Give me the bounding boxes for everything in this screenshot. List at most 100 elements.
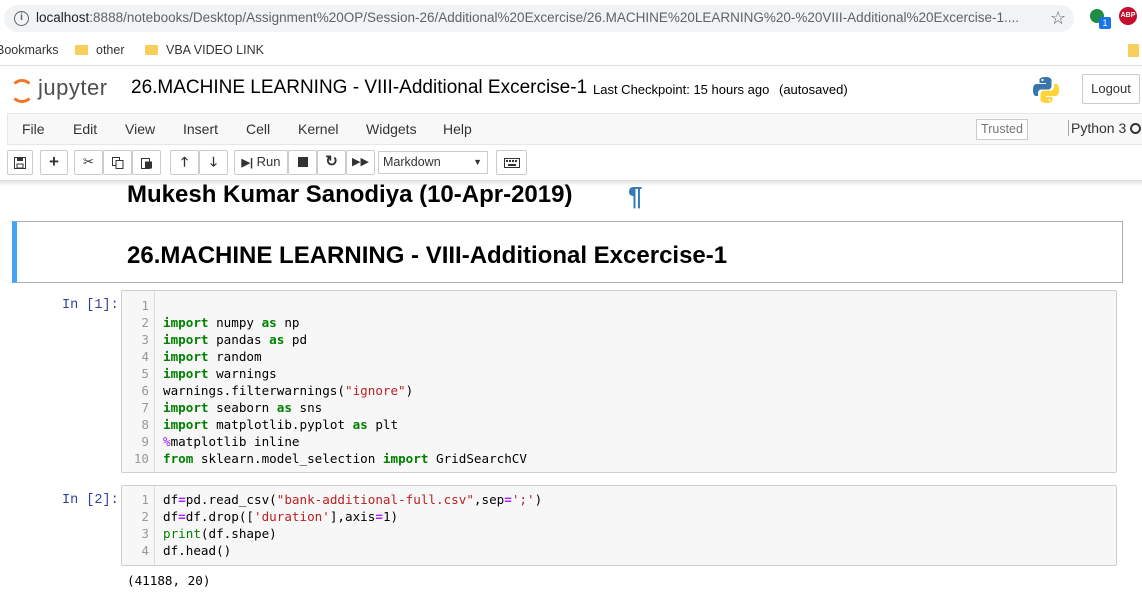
folder-icon[interactable] xyxy=(1128,44,1139,57)
cell-2-output: (41188, 20) xyxy=(127,573,211,588)
menu-cell[interactable]: Cell xyxy=(246,121,270,137)
bookmark-vba-video-link[interactable]: VBA VIDEO LINK xyxy=(145,43,264,57)
notebook-title[interactable]: 26.MACHINE LEARNING - VIII-Additional Ex… xyxy=(131,77,587,99)
run-button[interactable]: ▶| Run xyxy=(234,150,288,175)
restart-icon: ↻ xyxy=(325,153,338,170)
stop-icon xyxy=(297,157,308,167)
selected-markdown-cell[interactable]: 26.MACHINE LEARNING - VIII-Additional Ex… xyxy=(12,221,1123,283)
arrow-up-icon: 🡑 xyxy=(181,154,188,169)
line-number: 7 xyxy=(141,400,149,415)
menu-insert[interactable]: Insert xyxy=(183,121,218,137)
line-number: 9 xyxy=(141,434,149,449)
code-text: import warnings xyxy=(163,366,277,381)
code-text: import matplotlib.pyplot as plt xyxy=(163,417,399,432)
bookmark-other-label: other xyxy=(96,43,125,57)
cut-button[interactable]: ✂ xyxy=(74,150,103,175)
url-host: localhost xyxy=(36,10,90,25)
python-logo-icon xyxy=(1033,77,1059,103)
line-number: 1 xyxy=(141,492,149,507)
bookmarks-label[interactable]: Bookmarks xyxy=(0,43,59,57)
line-number: 2 xyxy=(141,315,149,330)
restart-run-all-button[interactable]: ▶▶ xyxy=(346,150,375,175)
line-number: 3 xyxy=(141,332,149,347)
menu-help[interactable]: Help xyxy=(443,121,472,137)
jupyter-logo-icon[interactable] xyxy=(10,79,34,103)
paste-button[interactable] xyxy=(132,150,161,175)
url-path: :8888/notebooks/Desktop/Assignment%20OP/… xyxy=(89,10,1020,25)
url-text[interactable]: localhost:8888/notebooks/Desktop/Assignm… xyxy=(36,10,1036,25)
insert-cell-button[interactable]: + xyxy=(40,150,68,175)
code-text: from sklearn.model_selection import Grid… xyxy=(163,451,527,466)
chevron-down-icon: ▼ xyxy=(473,157,482,167)
extension-badge: 1 xyxy=(1099,17,1111,29)
bookmarks-bar: Bookmarks other VBA VIDEO LINK xyxy=(0,36,1142,66)
code-text: import pandas as pd xyxy=(163,332,308,347)
bookmark-star-icon[interactable]: ☆ xyxy=(1050,8,1066,29)
anchor-link[interactable]: ¶ xyxy=(628,181,642,212)
line-number: 8 xyxy=(141,417,149,432)
line-number: 4 xyxy=(141,349,149,364)
jupyter-header: jupyter 26.MACHINE LEARNING - VIII-Addit… xyxy=(0,67,1142,111)
step-forward-icon: ▶| xyxy=(241,157,254,169)
move-up-button[interactable]: 🡑 xyxy=(170,150,199,175)
arrow-down-icon: 🡓 xyxy=(210,154,217,169)
keyboard-icon xyxy=(503,158,520,168)
code-text: df=df.drop(['duration'],axis=1) xyxy=(163,509,399,524)
info-icon[interactable]: i xyxy=(14,11,29,26)
run-label: Run xyxy=(256,154,281,169)
folder-icon xyxy=(145,45,158,55)
cell-1-prompt: In [1]: xyxy=(62,298,119,313)
plus-icon: + xyxy=(49,152,59,171)
save-icon xyxy=(14,157,26,169)
menu-view[interactable]: View xyxy=(125,121,155,137)
code-text: df.head() xyxy=(163,543,232,558)
title-heading: 26.MACHINE LEARNING - VIII-Additional Ex… xyxy=(127,242,728,269)
interrupt-button[interactable] xyxy=(288,150,317,175)
cell-type-select[interactable]: Markdown ▼ xyxy=(378,151,488,174)
autosave-status: (autosaved) xyxy=(779,82,848,97)
cell-2-prompt: In [2]: xyxy=(62,493,119,508)
cell-type-value: Markdown xyxy=(383,155,441,169)
code-text: import numpy as np xyxy=(163,315,300,330)
kernel-name: Python 3 xyxy=(1068,120,1126,136)
copy-icon xyxy=(111,157,123,169)
line-number: 2 xyxy=(141,509,149,524)
line-number: 10 xyxy=(133,451,149,466)
checkpoint-status: Last Checkpoint: 15 hours ago xyxy=(593,82,770,97)
jupyter-logo-text[interactable]: jupyter xyxy=(38,75,108,101)
line-number: 3 xyxy=(141,526,149,541)
trusted-indicator[interactable]: Trusted xyxy=(976,119,1028,140)
bookmark-other[interactable]: other xyxy=(75,43,125,57)
code-text: warnings.filterwarnings("ignore") xyxy=(163,383,414,398)
menu-edit[interactable]: Edit xyxy=(73,121,97,137)
url-field[interactable]: i localhost:8888/notebooks/Desktop/Assig… xyxy=(4,5,1074,32)
menubar: File Edit View Insert Cell Kernel Widget… xyxy=(7,113,1142,145)
notebook-toolbar: + ✂ 🡑 🡓 ▶| Run ↻ ▶▶ Markdown ▼ xyxy=(0,146,1142,180)
browser-address-bar: i localhost:8888/notebooks/Desktop/Assig… xyxy=(0,0,1142,36)
copy-button[interactable] xyxy=(103,150,132,175)
notebook-container: Mukesh Kumar Sanodiya (10-Apr-2019) ¶ 26… xyxy=(0,180,1142,602)
code-text: print(df.shape) xyxy=(163,526,277,541)
code-cell-2[interactable]: 1 df=pd.read_csv("bank-additional-full.cs… xyxy=(121,485,1117,566)
code-text: %matplotlib inline xyxy=(163,434,300,449)
folder-icon xyxy=(75,45,88,55)
line-number: 6 xyxy=(141,383,149,398)
code-text: import seaborn as sns xyxy=(163,400,323,415)
restart-button[interactable]: ↻ xyxy=(317,150,346,175)
menu-file[interactable]: File xyxy=(22,121,45,137)
menu-widgets[interactable]: Widgets xyxy=(366,121,417,137)
command-palette-button[interactable] xyxy=(496,150,527,175)
code-text: import random xyxy=(163,349,262,364)
line-number: 1 xyxy=(141,298,149,313)
code-cell-1[interactable]: 1 2 import numpy as np 3 import pandas as pd… xyxy=(121,290,1117,473)
code-text: df=pd.read_csv("bank-additional-full.csv… xyxy=(163,492,543,507)
save-button[interactable] xyxy=(7,150,33,175)
fast-forward-icon: ▶▶ xyxy=(352,156,369,168)
kernel-idle-icon xyxy=(1130,123,1141,134)
menu-kernel[interactable]: Kernel xyxy=(298,121,338,137)
logout-button[interactable]: Logout xyxy=(1082,74,1140,104)
adblock-icon[interactable]: ABP xyxy=(1119,7,1137,25)
author-heading[interactable]: Mukesh Kumar Sanodiya (10-Apr-2019) xyxy=(127,181,572,209)
move-down-button[interactable]: 🡓 xyxy=(199,150,228,175)
bookmark-vba-label: VBA VIDEO LINK xyxy=(166,43,264,57)
